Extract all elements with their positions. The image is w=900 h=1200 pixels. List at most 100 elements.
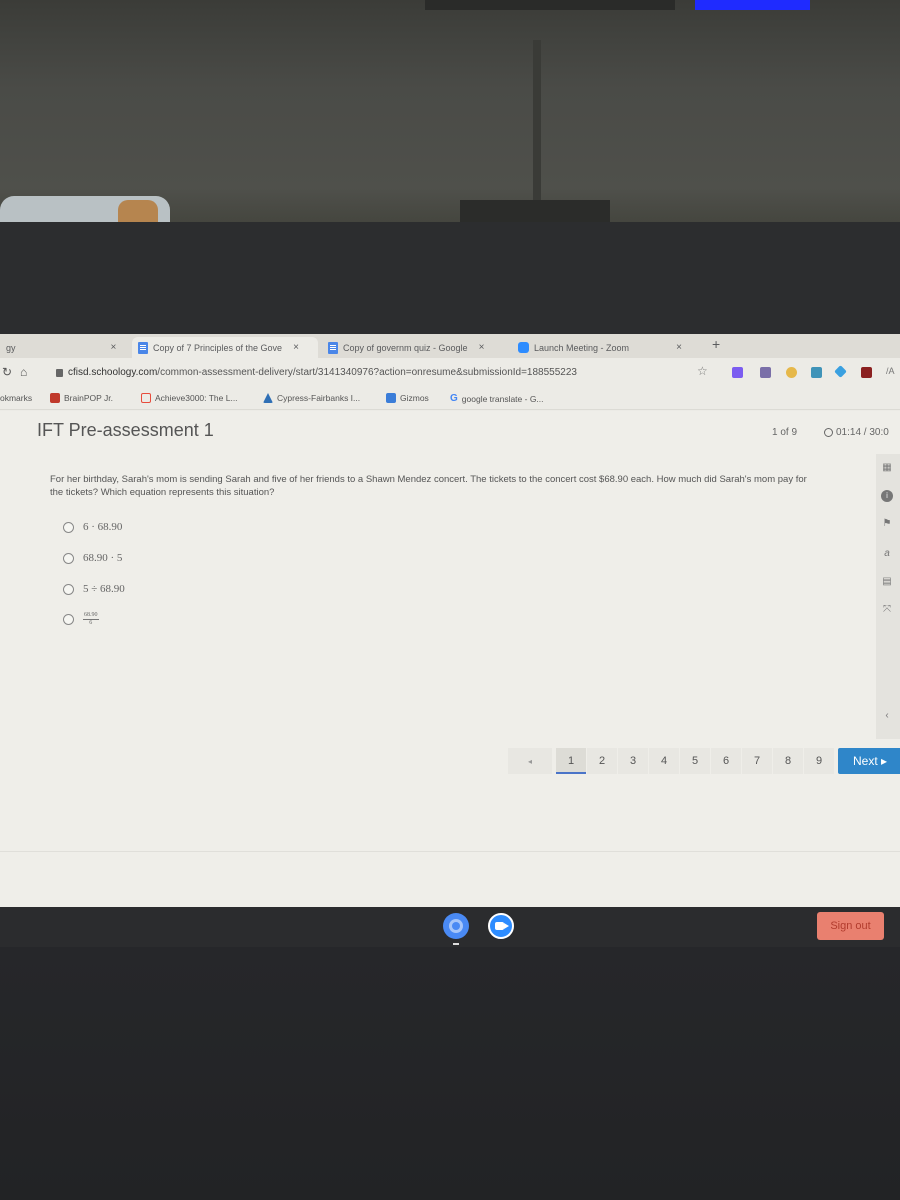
bookmarks-bar: okmarks BrainPOP Jr. Achieve3000: The L.… bbox=[0, 388, 900, 410]
bookmark-label: Gizmos bbox=[400, 393, 429, 403]
extension-icon[interactable] bbox=[786, 367, 797, 378]
translate-icon[interactable]: a bbox=[881, 548, 893, 560]
bookmark-brainpop[interactable]: BrainPOP Jr. bbox=[50, 393, 113, 403]
question-text: For her birthday, Sarah's mom is sending… bbox=[50, 474, 807, 498]
home-icon[interactable]: ⌂ bbox=[20, 365, 27, 379]
address-bar-row: ↻ ⌂ cfisd.schoology.com/common-assessmen… bbox=[0, 358, 900, 388]
bookmark-label: google translate - G... bbox=[461, 393, 544, 404]
answer-choice[interactable]: 6 · 68.90 bbox=[63, 521, 122, 533]
page-button-6[interactable]: 6 bbox=[711, 748, 741, 774]
radio-button[interactable] bbox=[63, 583, 74, 595]
calendar-icon[interactable]: ▦ bbox=[881, 462, 893, 474]
timer: 01:14 / 30:0 bbox=[824, 427, 889, 438]
brainpop-icon bbox=[50, 393, 60, 403]
extension-text[interactable]: /A bbox=[886, 366, 895, 376]
tab-label: gy bbox=[6, 342, 16, 353]
radio-button[interactable] bbox=[63, 552, 74, 564]
clock-icon bbox=[824, 428, 833, 437]
page-button-1[interactable]: 1 bbox=[556, 748, 586, 774]
background-object bbox=[460, 200, 610, 222]
running-indicator bbox=[453, 943, 459, 945]
sign-out-button[interactable]: Sign out bbox=[817, 912, 884, 940]
tab-label: Copy of governm quiz - Google bbox=[343, 342, 468, 353]
bookmark-label: Achieve3000: The L... bbox=[155, 393, 238, 403]
tab-governm-quiz[interactable]: Copy of governm quiz - Google × bbox=[322, 337, 506, 358]
zoom-app-icon[interactable] bbox=[488, 913, 514, 939]
tab-label: Launch Meeting - Zoom bbox=[534, 342, 630, 353]
bookmark-label: BrainPOP Jr. bbox=[64, 393, 113, 403]
page-button-3[interactable]: 3 bbox=[618, 748, 648, 774]
prev-page-button[interactable]: ◂ bbox=[508, 748, 552, 774]
answer-choice[interactable]: 68.90 6 bbox=[63, 612, 99, 627]
timer-value: 01:14 / 30:0 bbox=[836, 427, 889, 438]
page-button-5[interactable]: 5 bbox=[680, 748, 710, 774]
background-pole bbox=[533, 40, 541, 220]
close-tab-icon[interactable]: × bbox=[293, 342, 299, 353]
assessment-page: IFT Pre-assessment 1 1 of 9 01:14 / 30:0… bbox=[0, 411, 900, 976]
bookmark-gizmos[interactable]: Gizmos bbox=[386, 393, 429, 403]
screencast-extension-icon[interactable] bbox=[811, 367, 822, 378]
zoom-icon bbox=[518, 342, 529, 353]
fraction: 68.90 6 bbox=[83, 612, 99, 627]
question-pager: ◂ 1 2 3 4 5 6 7 8 9 bbox=[508, 748, 834, 774]
page-button-8[interactable]: 8 bbox=[773, 748, 803, 774]
bookmark-label: okmarks bbox=[0, 393, 33, 403]
notepad-icon[interactable]: ▤ bbox=[881, 576, 893, 588]
bookmark-label: Cypress-Fairbanks I... bbox=[277, 393, 361, 403]
tab-label: Copy of 7 Principles of the Gove bbox=[153, 342, 283, 353]
tab-zoom-meeting[interactable]: Launch Meeting - Zoom × bbox=[512, 337, 702, 358]
close-tab-icon[interactable]: × bbox=[111, 342, 117, 353]
achieve-icon bbox=[141, 393, 151, 403]
bookmark-achieve3000[interactable]: Achieve3000: The L... bbox=[141, 393, 238, 403]
background-object bbox=[425, 0, 675, 10]
tab-schoology[interactable]: gy × bbox=[0, 337, 130, 358]
background-light bbox=[695, 0, 810, 10]
radio-button[interactable] bbox=[63, 614, 74, 625]
monitor-bezel bbox=[0, 222, 900, 334]
next-button[interactable]: Next ▸ bbox=[838, 748, 900, 774]
tab-principles-doc[interactable]: Copy of 7 Principles of the Gove × bbox=[132, 337, 318, 358]
choice-label: 68.90 · 5 bbox=[83, 552, 123, 564]
tab-strip: gy × Copy of 7 Principles of the Gove × … bbox=[0, 334, 900, 358]
lock-icon bbox=[56, 368, 63, 377]
info-icon[interactable]: i bbox=[881, 490, 893, 502]
reload-icon[interactable]: ↻ bbox=[2, 365, 12, 379]
page-button-9[interactable]: 9 bbox=[804, 748, 834, 774]
extension-icon[interactable] bbox=[861, 367, 872, 378]
desk-surface bbox=[0, 947, 900, 1200]
answer-choice[interactable]: 5 ÷ 68.90 bbox=[63, 583, 125, 595]
google-icon: G bbox=[450, 393, 458, 404]
page-button-7[interactable]: 7 bbox=[742, 748, 772, 774]
page-title: IFT Pre-assessment 1 bbox=[37, 420, 214, 440]
choice-label: 6 · 68.90 bbox=[83, 521, 123, 533]
background-object bbox=[118, 200, 158, 222]
page-button-4[interactable]: 4 bbox=[649, 748, 679, 774]
pdf-extension-icon[interactable] bbox=[760, 367, 771, 378]
docs-icon bbox=[328, 341, 338, 354]
flag-icon[interactable]: ⚑ bbox=[881, 518, 893, 530]
radio-button[interactable] bbox=[63, 521, 74, 533]
close-tab-icon[interactable]: × bbox=[479, 342, 485, 353]
url-field[interactable]: cfisd.schoology.com/common-assessment-de… bbox=[56, 367, 577, 378]
page-button-2[interactable]: 2 bbox=[587, 748, 617, 774]
fraction-denominator: 6 bbox=[89, 620, 93, 626]
url-path: /common-assessment-delivery/start/314134… bbox=[157, 367, 577, 378]
cfisd-icon bbox=[263, 393, 273, 403]
close-tab-icon[interactable]: × bbox=[676, 342, 682, 353]
chrome-icon[interactable] bbox=[443, 913, 469, 945]
bookmark-cfisd[interactable]: Cypress-Fairbanks I... bbox=[263, 393, 360, 403]
collapse-arrow-icon[interactable]: ‹ bbox=[881, 710, 893, 722]
docs-icon bbox=[138, 341, 148, 354]
bookmark-google-translate[interactable]: Ggoogle translate - G... bbox=[450, 393, 544, 404]
extension-icon[interactable] bbox=[834, 365, 847, 378]
os-shelf: Sign out bbox=[0, 907, 900, 947]
question-counter: 1 of 9 bbox=[772, 427, 798, 438]
choice-label: 5 ÷ 68.90 bbox=[83, 583, 125, 595]
bookmark-star-icon[interactable]: ☆ bbox=[697, 364, 708, 378]
expand-icon[interactable]: ⤧ bbox=[881, 604, 893, 616]
answer-choice[interactable]: 68.90 · 5 bbox=[63, 552, 122, 564]
new-tab-button[interactable]: + bbox=[712, 336, 720, 352]
divider bbox=[0, 851, 900, 852]
extension-icon[interactable] bbox=[732, 367, 743, 378]
browser-window: gy × Copy of 7 Principles of the Gove × … bbox=[0, 334, 900, 976]
